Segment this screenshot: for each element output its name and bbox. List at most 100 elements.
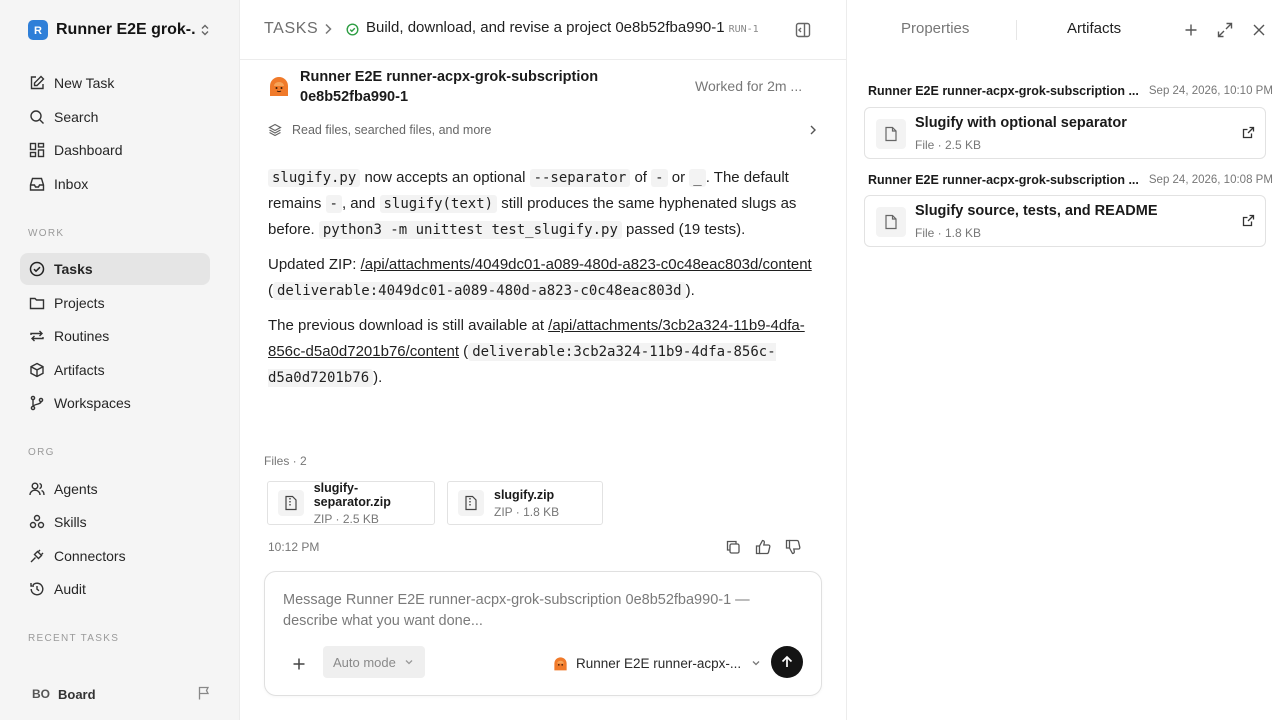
- message-text: passed (19 tests).: [621, 221, 746, 238]
- message-text: ).: [685, 282, 695, 299]
- nav-dashboard[interactable]: Dashboard: [20, 134, 210, 166]
- artifact-card[interactable]: Slugify source, tests, and README File ·…: [864, 195, 1266, 247]
- artifact-group-header: Runner E2E runner-acpx-grok-subscription…: [868, 173, 1273, 187]
- worked-duration[interactable]: Worked for 2m ...: [695, 78, 802, 94]
- message-paragraph: slugify.py now accepts an optional --sep…: [268, 165, 818, 243]
- message-text: of: [630, 169, 652, 186]
- nav-agents[interactable]: Agents: [20, 473, 210, 505]
- artifact-title: Slugify source, tests, and README: [915, 203, 1158, 219]
- expand-icon[interactable]: [1216, 21, 1234, 39]
- agent-select-label: Runner E2E runner-acpx-...: [576, 655, 742, 671]
- thumbs-down-icon[interactable]: [784, 538, 802, 556]
- page-title: Build, download, and revise a project 0e…: [366, 19, 759, 36]
- zip-file-icon: [278, 490, 304, 516]
- board-row[interactable]: BO Board: [20, 680, 216, 708]
- nav-label: Inbox: [54, 176, 89, 192]
- nav-label: New Task: [54, 75, 115, 91]
- nav-projects[interactable]: Projects: [20, 287, 210, 319]
- plus-icon[interactable]: [1182, 21, 1200, 39]
- nav-search[interactable]: Search: [20, 101, 210, 133]
- artifact-card[interactable]: Slugify with optional separator File · 2…: [864, 107, 1266, 159]
- inline-code: --separator: [529, 169, 631, 187]
- zip-file-icon: [458, 490, 484, 516]
- dashboard-icon: [28, 141, 46, 159]
- nav-inbox[interactable]: Inbox: [20, 168, 210, 200]
- message-text: now accepts an optional: [360, 169, 530, 186]
- external-link-icon[interactable]: [1242, 126, 1255, 139]
- nav-routines[interactable]: Routines: [20, 320, 210, 352]
- section-label-recent-tasks: RECENT TASKS: [28, 633, 120, 644]
- nav-label: Audit: [54, 581, 86, 597]
- file-info: slugify.zip ZIP · 1.8 KB: [494, 488, 559, 519]
- nav-audit[interactable]: Audit: [20, 573, 210, 605]
- workspace-switcher[interactable]: R Runner E2E grok-...: [20, 15, 216, 45]
- message-paragraph: The previous download is still available…: [268, 313, 818, 391]
- workspace-logo-icon: R: [28, 20, 48, 40]
- mode-label: Auto mode: [333, 654, 396, 670]
- tab-divider: [1016, 20, 1017, 40]
- chevron-right-icon: [808, 124, 818, 136]
- chevron-down-icon: [751, 658, 761, 668]
- external-link-icon[interactable]: [1242, 214, 1255, 227]
- artifact-author: Runner E2E runner-acpx-grok-subscription…: [868, 173, 1139, 187]
- nav-label: Agents: [54, 481, 98, 497]
- search-icon: [28, 108, 46, 126]
- close-icon[interactable]: [1250, 21, 1268, 39]
- attachment-link[interactable]: /api/attachments/4049dc01-a089-480d-a823…: [361, 256, 812, 273]
- board-label: Board: [58, 686, 96, 702]
- message-input[interactable]: [283, 590, 783, 636]
- inline-code: slugify(text): [379, 195, 498, 213]
- file-chip[interactable]: slugify.zip ZIP · 1.8 KB: [447, 481, 603, 525]
- plug-icon: [28, 547, 46, 565]
- status-check-icon: [346, 23, 359, 36]
- send-button[interactable]: [771, 646, 803, 678]
- message-timestamp: 10:12 PM: [268, 540, 320, 554]
- inline-code: slugify.py: [268, 169, 361, 187]
- file-chip[interactable]: slugify-separator.zip ZIP · 2.5 KB: [267, 481, 435, 526]
- artifact-meta: File · 2.5 KB: [915, 138, 982, 152]
- panel-toggle-icon[interactable]: [794, 21, 812, 39]
- thumbs-up-icon[interactable]: [754, 538, 772, 556]
- history-icon: [28, 580, 46, 598]
- copy-icon[interactable]: [724, 538, 742, 556]
- message-text: The previous download is still available…: [268, 317, 549, 334]
- inline-code: -: [325, 195, 342, 213]
- file-name: slugify-separator.zip: [313, 480, 391, 509]
- artifact-date: Sep 24, 2026, 10:08 PM: [1148, 174, 1273, 186]
- inline-code: _: [689, 169, 706, 187]
- workspace-name: Runner E2E grok-...: [56, 21, 196, 38]
- agent-avatar: [268, 75, 290, 97]
- agent-select[interactable]: Runner E2E runner-acpx-...: [553, 652, 760, 674]
- board-avatar: BO: [32, 687, 50, 701]
- file-icon: [876, 119, 906, 149]
- nav-artifacts[interactable]: Artifacts: [20, 354, 210, 386]
- inline-code: deliverable:4049dc01-a089-480d-a823-c0c4…: [273, 282, 686, 300]
- message-text: , and: [341, 195, 380, 212]
- nav-workspaces[interactable]: Workspaces: [20, 387, 210, 419]
- chevron-down-icon: [404, 657, 414, 667]
- file-info: slugify-separator.zip ZIP · 2.5 KB: [314, 481, 434, 526]
- nav-new-task[interactable]: New Task: [20, 67, 210, 99]
- nav-label: Dashboard: [54, 142, 123, 158]
- inline-code: -: [651, 169, 668, 187]
- tab-artifacts[interactable]: Artifacts: [1067, 20, 1121, 37]
- folder-icon: [28, 294, 46, 312]
- file-meta: ZIP · 2.5 KB: [313, 511, 379, 526]
- sidebar: R Runner E2E grok-... New Task Search Da…: [0, 0, 240, 720]
- flag-icon[interactable]: [196, 685, 212, 701]
- file-icon: [876, 207, 906, 237]
- nav-tasks[interactable]: Tasks: [20, 253, 210, 285]
- activity-summary[interactable]: Read files, searched files, and more: [268, 120, 818, 140]
- nav-label: Artifacts: [54, 362, 105, 378]
- section-label-org: ORG: [28, 447, 55, 458]
- nav-connectors[interactable]: Connectors: [20, 540, 210, 572]
- add-attachment-button[interactable]: [287, 652, 311, 676]
- nav-skills[interactable]: Skills: [20, 506, 210, 538]
- artifacts-panel: Properties Artifacts Runner E2E runner-a…: [846, 0, 1280, 720]
- tab-properties[interactable]: Properties: [901, 20, 969, 37]
- breadcrumb-tasks[interactable]: TASKS: [264, 20, 318, 38]
- edit-icon: [28, 74, 46, 92]
- plus-icon: [292, 657, 306, 671]
- mode-select[interactable]: Auto mode: [323, 646, 425, 678]
- panel-tabs: Properties Artifacts: [847, 0, 1280, 60]
